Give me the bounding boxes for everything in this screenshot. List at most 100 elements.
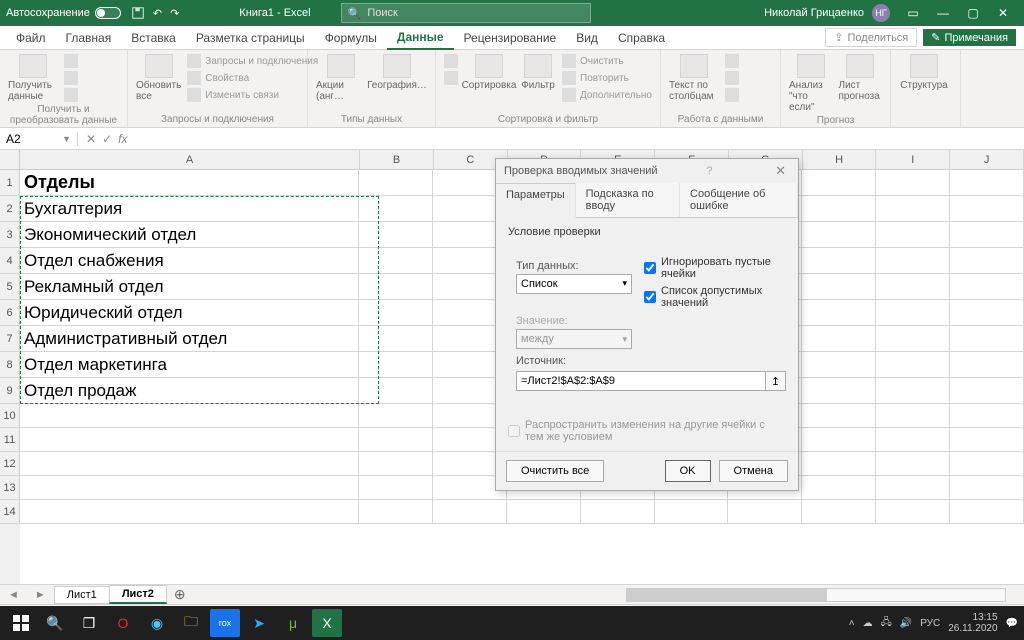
cell[interactable] <box>359 428 433 452</box>
volume-icon[interactable]: 🔊 <box>900 618 912 629</box>
cell[interactable] <box>359 378 433 404</box>
user-name[interactable]: Николай Грицаенко <box>764 7 864 19</box>
cell[interactable]: Бухгалтерия <box>20 196 359 222</box>
cell[interactable] <box>802 170 876 196</box>
row-header[interactable]: 8 <box>0 352 20 378</box>
add-sheet-button[interactable]: ⊕ <box>166 586 194 603</box>
cell[interactable] <box>876 170 950 196</box>
source-input[interactable] <box>516 371 766 391</box>
cell[interactable] <box>950 170 1024 196</box>
cell[interactable] <box>876 378 950 404</box>
cell[interactable]: Административный отдел <box>20 326 359 352</box>
cell[interactable] <box>802 352 876 378</box>
cell[interactable] <box>359 248 433 274</box>
stocks-button[interactable]: Акции (анг… <box>316 54 366 102</box>
cell[interactable] <box>876 352 950 378</box>
cell[interactable] <box>950 222 1024 248</box>
cell[interactable] <box>950 452 1024 476</box>
col-header[interactable]: H <box>803 150 877 170</box>
col-header[interactable]: I <box>876 150 950 170</box>
cell[interactable] <box>359 222 433 248</box>
row-header[interactable]: 6 <box>0 300 20 326</box>
cell[interactable] <box>20 404 359 428</box>
outline-button[interactable]: Структура <box>899 54 949 91</box>
close-icon[interactable]: ✕ <box>988 0 1018 26</box>
cancel-button[interactable]: Отмена <box>719 460 788 482</box>
row-header[interactable]: 9 <box>0 378 20 404</box>
from-table-button[interactable] <box>64 88 78 102</box>
cell[interactable] <box>876 476 950 500</box>
cell[interactable] <box>802 248 876 274</box>
cell[interactable] <box>359 352 433 378</box>
tab-view[interactable]: Вид <box>566 26 608 49</box>
cell[interactable] <box>728 500 802 524</box>
clock[interactable]: 13:15 26.11.2020 <box>948 612 997 634</box>
dialog-tab-error-alert[interactable]: Сообщение об ошибке <box>680 183 798 217</box>
sheet-nav-prev[interactable]: ◄ <box>0 589 27 601</box>
cell[interactable]: Экономический отдел <box>20 222 359 248</box>
cell[interactable] <box>876 274 950 300</box>
sort-asc-button[interactable] <box>444 54 458 68</box>
refresh-all-button[interactable]: Обновить все <box>136 54 181 102</box>
row-header[interactable]: 5 <box>0 274 20 300</box>
allow-select[interactable]: Список▾ <box>516 274 632 294</box>
cell[interactable] <box>802 500 876 524</box>
cell[interactable] <box>802 378 876 404</box>
tab-layout[interactable]: Разметка страницы <box>186 26 315 49</box>
cell[interactable] <box>876 196 950 222</box>
save-icon[interactable] <box>131 6 145 20</box>
queries-button[interactable]: Запросы и подключения <box>187 54 318 68</box>
col-header[interactable]: A <box>20 150 360 170</box>
cell[interactable]: Отдел продаж <box>20 378 359 404</box>
search-box[interactable]: 🔍 Поиск <box>341 3 591 23</box>
tab-home[interactable]: Главная <box>56 26 122 49</box>
autosave-toggle[interactable] <box>95 7 121 19</box>
tab-data[interactable]: Данные <box>387 26 454 50</box>
sort-desc-button[interactable] <box>444 71 458 85</box>
cell[interactable] <box>950 476 1024 500</box>
cell[interactable] <box>359 452 433 476</box>
dialog-tab-input-message[interactable]: Подсказка по вводу <box>576 183 680 217</box>
cell[interactable] <box>950 352 1024 378</box>
edit-links-button[interactable]: Изменить связи <box>187 88 318 102</box>
cell[interactable] <box>802 476 876 500</box>
clear-filter-button[interactable]: Очистить <box>562 54 652 68</box>
cancel-formula-icon[interactable]: ✕ <box>86 132 96 146</box>
whatif-button[interactable]: Анализ "что если" <box>789 54 833 113</box>
cell[interactable] <box>950 300 1024 326</box>
cell[interactable] <box>359 274 433 300</box>
cell[interactable] <box>20 476 359 500</box>
cell[interactable] <box>802 452 876 476</box>
name-box[interactable]: A2▼ <box>0 132 78 146</box>
sort-button[interactable]: Сортировка <box>464 54 514 91</box>
row-header[interactable]: 12 <box>0 452 20 476</box>
cell[interactable] <box>359 476 433 500</box>
cell[interactable] <box>950 326 1024 352</box>
from-web-button[interactable] <box>64 71 78 85</box>
cell[interactable] <box>876 248 950 274</box>
clear-all-button[interactable]: Очистить все <box>506 460 604 482</box>
in-cell-dropdown-checkbox[interactable]: Список допустимых значений <box>644 285 786 309</box>
cell[interactable] <box>359 404 433 428</box>
ignore-blank-checkbox[interactable]: Игнорировать пустые ячейки <box>644 256 786 280</box>
scrollbar-thumb[interactable] <box>627 589 827 601</box>
cell[interactable] <box>802 326 876 352</box>
cell[interactable] <box>950 248 1024 274</box>
sheet-tab[interactable]: Лист1 <box>54 586 110 604</box>
dialog-tab-settings[interactable]: Параметры <box>496 183 576 218</box>
cell[interactable] <box>950 428 1024 452</box>
tab-insert[interactable]: Вставка <box>121 26 186 49</box>
cell[interactable] <box>359 326 433 352</box>
enter-formula-icon[interactable]: ✓ <box>102 132 112 146</box>
cell[interactable] <box>876 326 950 352</box>
cell[interactable]: Отдел снабжения <box>20 248 359 274</box>
ok-button[interactable]: OK <box>665 460 711 482</box>
cell[interactable] <box>876 428 950 452</box>
cell[interactable] <box>876 300 950 326</box>
flash-fill-button[interactable] <box>725 54 739 68</box>
opera-icon[interactable]: O <box>108 609 138 637</box>
cell[interactable] <box>950 196 1024 222</box>
cell[interactable] <box>359 170 433 196</box>
cell[interactable] <box>950 378 1024 404</box>
cell[interactable] <box>802 274 876 300</box>
